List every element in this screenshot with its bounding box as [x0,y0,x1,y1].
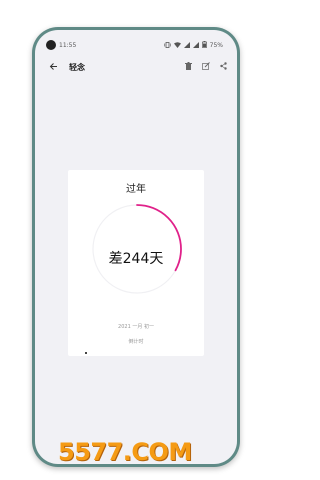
countdown-label: 倒计时 [128,339,144,345]
days-remaining: 差244天 [108,251,164,267]
event-title: 过年 [126,184,146,195]
countdown-card[interactable]: 过年 差244天 2021 一月 初一 倒计时 [68,170,204,356]
app-bar: 轻念 [35,56,237,78]
battery-icon [201,41,207,50]
vibrate-icon [163,41,171,50]
phone-frame: 11:55 75% 轻念 过年 差244天 2021 一月 初一 倒计时 [32,27,240,467]
page-title: 轻念 [69,62,85,72]
signal-icon [183,41,190,50]
phone-screen: 11:55 75% 轻念 过年 差244天 2021 一月 初一 倒计时 [35,30,237,464]
small-dot [85,352,87,354]
battery-percent: 75% [209,42,223,49]
appbar-actions [185,62,227,72]
edit-icon[interactable] [202,62,210,72]
status-time: 11:55 [59,42,77,49]
front-camera [46,40,56,50]
back-arrow-icon[interactable] [49,61,58,74]
delete-icon[interactable] [185,62,192,72]
share-icon[interactable] [220,62,227,72]
event-date: 2021 一月 初一 [118,324,154,330]
signal-icon-2 [192,41,199,50]
watermark: 5577.COM [58,438,192,466]
status-bar: 11:55 75% [35,40,237,52]
wifi-icon [173,41,181,50]
status-icons: 75% [163,41,223,50]
